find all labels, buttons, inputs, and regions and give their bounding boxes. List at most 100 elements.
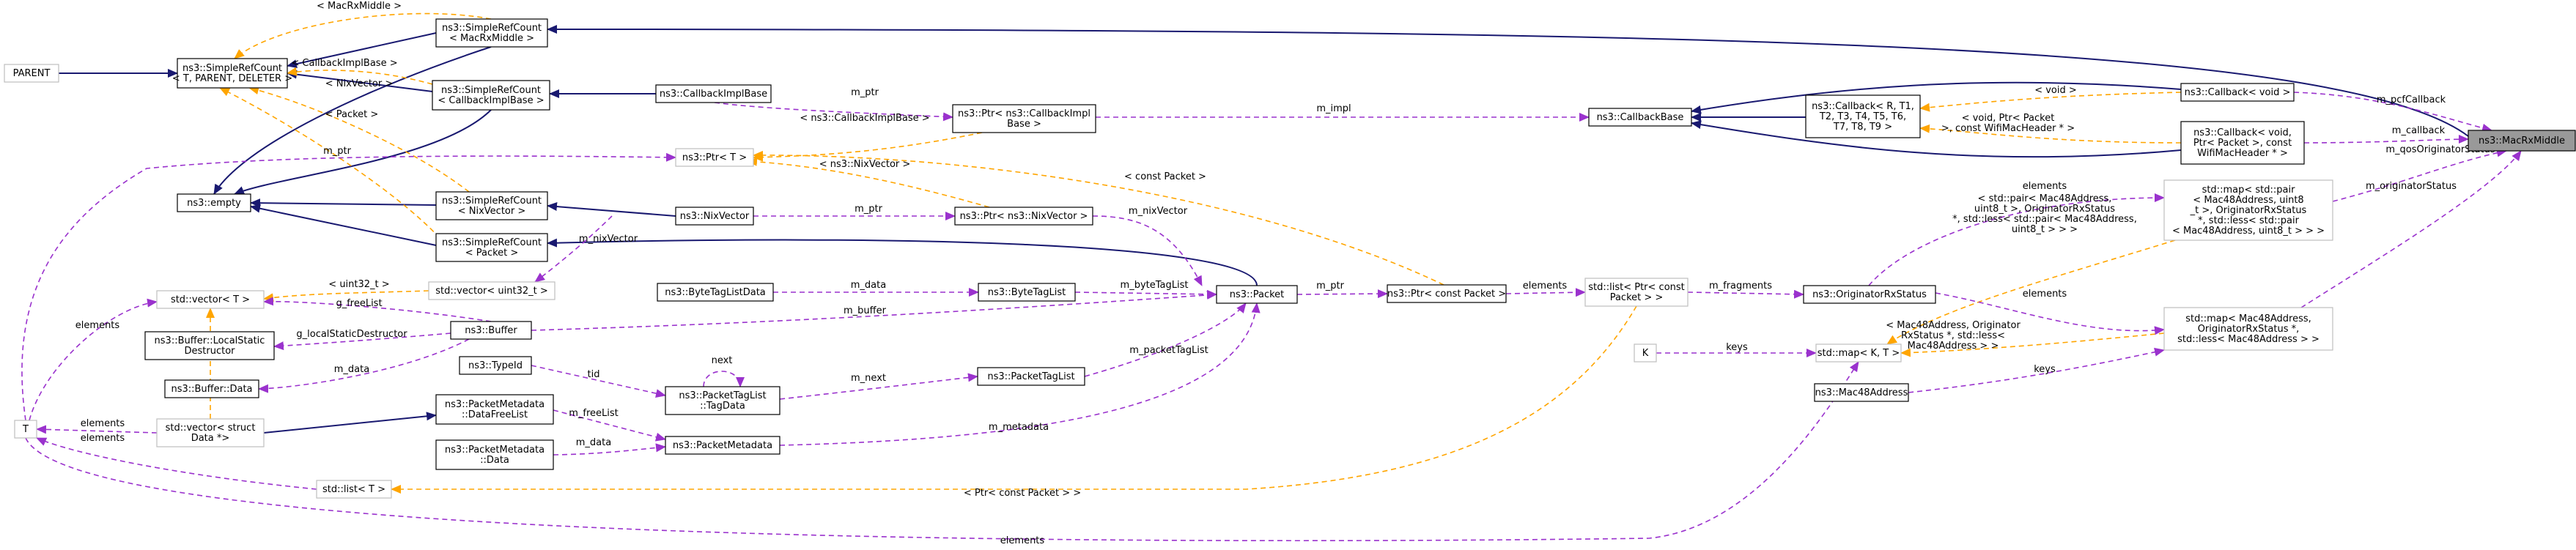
node-label: ns3::Ptr< ns3::CallbackImpl (958, 108, 1090, 119)
edge-label-line: elements (1523, 280, 1568, 291)
node-ptr_const_packet[interactable]: ns3::Ptr< const Packet > (1387, 284, 1507, 303)
edge-ptr_cbimpl-to-ptr_t (753, 132, 983, 162)
edge-label: elements (81, 433, 125, 444)
edge-label: m_byteTagList (1121, 280, 1189, 291)
node-macrx[interactable]: ns3::MacRxMiddle (2468, 130, 2576, 152)
node-label: ns3::NixVector (680, 211, 750, 222)
node-k[interactable]: K (1634, 343, 1657, 363)
node-list_t[interactable]: std::list< T > (316, 480, 392, 499)
node-label: < CallbackImplBase > (438, 95, 544, 106)
edge-label: elements (1000, 535, 1045, 546)
node-label: ns3::Buffer::LocalStatic (155, 335, 265, 346)
node-typeid[interactable]: ns3::TypeId (459, 356, 532, 375)
node-ptr_cbimpl[interactable]: ns3::Ptr< ns3::CallbackImplBase > (952, 104, 1096, 133)
edge-label-line: m_nixVector (579, 234, 638, 245)
node-label: ns3::SimpleRefCount (442, 237, 542, 248)
node-label: WifiMacHeader * > (2197, 148, 2288, 159)
node-label: ns3::TypeId (468, 360, 523, 371)
node-pm_data[interactable]: ns3::PacketMetadata::Data (435, 439, 554, 470)
node-packet[interactable]: ns3::Packet (1216, 285, 1298, 304)
node-label: ns3::MacRxMiddle (2479, 135, 2565, 146)
node-ptl_tagdata[interactable]: ns3::PacketTagList::TagData (665, 386, 780, 415)
node-label: < Packet > (465, 248, 519, 259)
edge-list_ptr-to-list_t (391, 305, 1637, 494)
edge-label: elements (75, 320, 120, 331)
edge-label: < uint32_t > (328, 279, 389, 290)
node-empty[interactable]: ns3::empty (177, 193, 251, 212)
node-map_kt[interactable]: std::map< K, T > (1815, 343, 1902, 363)
edge-label: next (712, 355, 733, 366)
edge-label-line: < const Packet > (1124, 171, 1206, 182)
node-callbackbase[interactable]: ns3::CallbackBase (1588, 108, 1692, 127)
edge-label-line: elements (81, 433, 125, 444)
node-callback_void_pkt[interactable]: ns3::Callback< void,Ptr< Packet >, const… (2180, 121, 2305, 165)
nodes-layer: ns3::MacRxMiddlePARENT ns3::SimpleRefCoun… (4, 18, 2576, 499)
node-label: ns3::ByteTagListData (665, 287, 766, 298)
edge-label-line: uint8_t > > > (2012, 224, 2078, 235)
edge-ptr_const_packet-to-list_ptr (1505, 288, 1586, 297)
node-buf_lsd[interactable]: ns3::Buffer::LocalStaticDestructor (144, 331, 275, 360)
node-nixvector[interactable]: ns3::NixVector (675, 207, 754, 226)
node-cbimplbase[interactable]: ns3::CallbackImplBase (655, 84, 772, 103)
node-label: ::DataFreeList (462, 409, 528, 420)
edge-label: m_metadata (989, 422, 1049, 433)
node-label: Ptr< Packet >, const (2193, 138, 2292, 149)
node-label: ns3::Callback< void, (2193, 127, 2292, 138)
node-label: PARENT (13, 68, 51, 79)
edge-label: < ns3::CallbackImplBase > (800, 113, 929, 124)
node-parent[interactable]: PARENT (4, 64, 59, 83)
edge-callback_void_pkt-to-callbackbase (1691, 120, 2182, 158)
node-list_ptr[interactable]: std::list< Ptr< constPacket > > (1584, 278, 1689, 307)
node-ptr_nix[interactable]: ns3::Ptr< ns3::NixVector > (954, 207, 1093, 226)
edge-label: m_pcfCallback (2377, 94, 2446, 105)
node-label: ::Data (480, 455, 509, 466)
edge-label-line: keys (1726, 342, 1748, 353)
node-vector_t[interactable]: std::vector< T > (156, 290, 265, 309)
edge-label-line: tid (588, 369, 600, 380)
node-btl[interactable]: ns3::ByteTagList (978, 283, 1076, 302)
edge-label: m_ptr (851, 87, 879, 98)
edge-label-line: m_next (851, 373, 886, 384)
node-src_cbimpl[interactable]: ns3::SimpleRefCount< CallbackImplBase > (432, 80, 550, 111)
edge-label: m_impl (1316, 103, 1351, 114)
edge-label: m_data (576, 437, 611, 448)
node-callback_tpl[interactable]: ns3::Callback< R, T1,T2, T3, T4, T5, T6,… (1805, 94, 1921, 138)
node-src_packet[interactable]: ns3::SimpleRefCount< Packet > (435, 233, 548, 262)
edge-src_nix-to-empty (250, 198, 437, 208)
node-label: Destructor (184, 346, 235, 357)
node-vector_struct[interactable]: std::vector< structData *> (156, 418, 265, 447)
edge-label: m_callback (2392, 125, 2446, 136)
node-ors[interactable]: ns3::OriginatorRxStatus (1803, 285, 1936, 304)
edge-label: elements (2023, 289, 2067, 300)
node-btld[interactable]: ns3::ByteTagListData (657, 283, 774, 302)
edge-label-line: < std::pair< Mac48Address, (1978, 193, 2112, 204)
node-src_macrx[interactable]: ns3::SimpleRefCount< MacRxMiddle > (435, 18, 548, 48)
edge-label-line: m_byteTagList (1121, 280, 1189, 291)
edge-label: m_ptr (855, 204, 883, 215)
node-mac48[interactable]: ns3::Mac48Address (1814, 383, 1909, 402)
node-buf_data[interactable]: ns3::Buffer::Data (164, 379, 259, 398)
node-map_mac[interactable]: std::map< Mac48Address,OriginatorRxStatu… (2163, 307, 2333, 351)
node-label: ns3::ByteTagList (988, 287, 1066, 298)
node-pm[interactable]: ns3::PacketMetadata (665, 436, 780, 455)
edge-label: tid (588, 369, 600, 380)
node-ptl[interactable]: ns3::PacketTagList (977, 367, 1085, 386)
edge-label: < Mac48Address, Originator RxStatus *, st… (1886, 320, 2020, 352)
edge-label-line: elements (75, 320, 120, 331)
node-map_pair[interactable]: std::map< std::pair< Mac48Address, uint8… (2163, 179, 2333, 241)
node-callback_void[interactable]: ns3::Callback< void > (2180, 83, 2295, 102)
node-simplerefcount[interactable]: ns3::SimpleRefCount< T, PARENT, DELETER … (172, 58, 292, 89)
node-src_nix[interactable]: ns3::SimpleRefCount< NixVector > (435, 191, 548, 220)
node-pm_dfl[interactable]: ns3::PacketMetadata::DataFreeList (435, 394, 554, 425)
node-ptr_t[interactable]: ns3::Ptr< T > (675, 148, 754, 167)
edge-label-line: m_metadata (989, 422, 1049, 433)
node-buffer[interactable]: ns3::Buffer (450, 321, 532, 340)
node-label: T2, T3, T4, T5, T6, (1819, 111, 1906, 122)
node-label: ns3::Packet (1230, 289, 1285, 300)
edge-src_cbimpl-to-empty (234, 109, 492, 195)
edge-label-line: < ns3::CallbackImplBase > (800, 113, 929, 124)
node-vector_u32[interactable]: std::vector< uint32_t > (428, 281, 556, 300)
edge-label-line: next (712, 355, 733, 366)
node-t[interactable]: T (14, 420, 37, 439)
node-label: std::map< K, T > (1817, 348, 1900, 359)
